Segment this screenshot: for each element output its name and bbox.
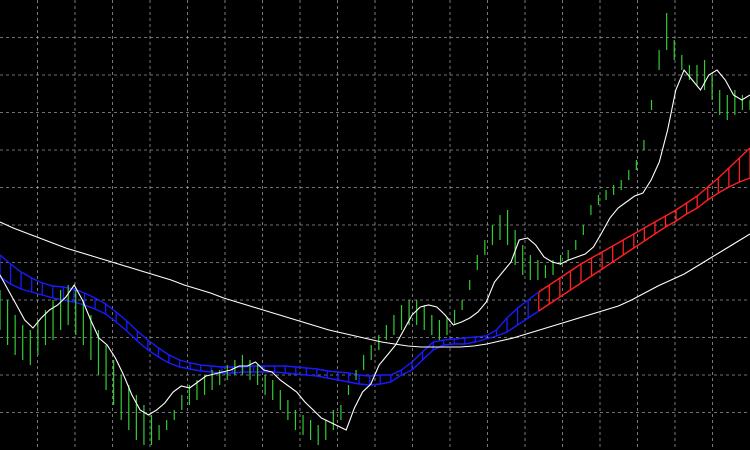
- grid: [0, 0, 750, 450]
- price-chart[interactable]: [0, 0, 750, 450]
- band_upper-down-edge: [0, 254, 540, 377]
- chart-window[interactable]: [0, 0, 750, 450]
- band_upper-up-edge: [538, 147, 750, 293]
- band_lower-up-edge: [538, 177, 750, 312]
- band_lower-down-edge: [0, 276, 540, 386]
